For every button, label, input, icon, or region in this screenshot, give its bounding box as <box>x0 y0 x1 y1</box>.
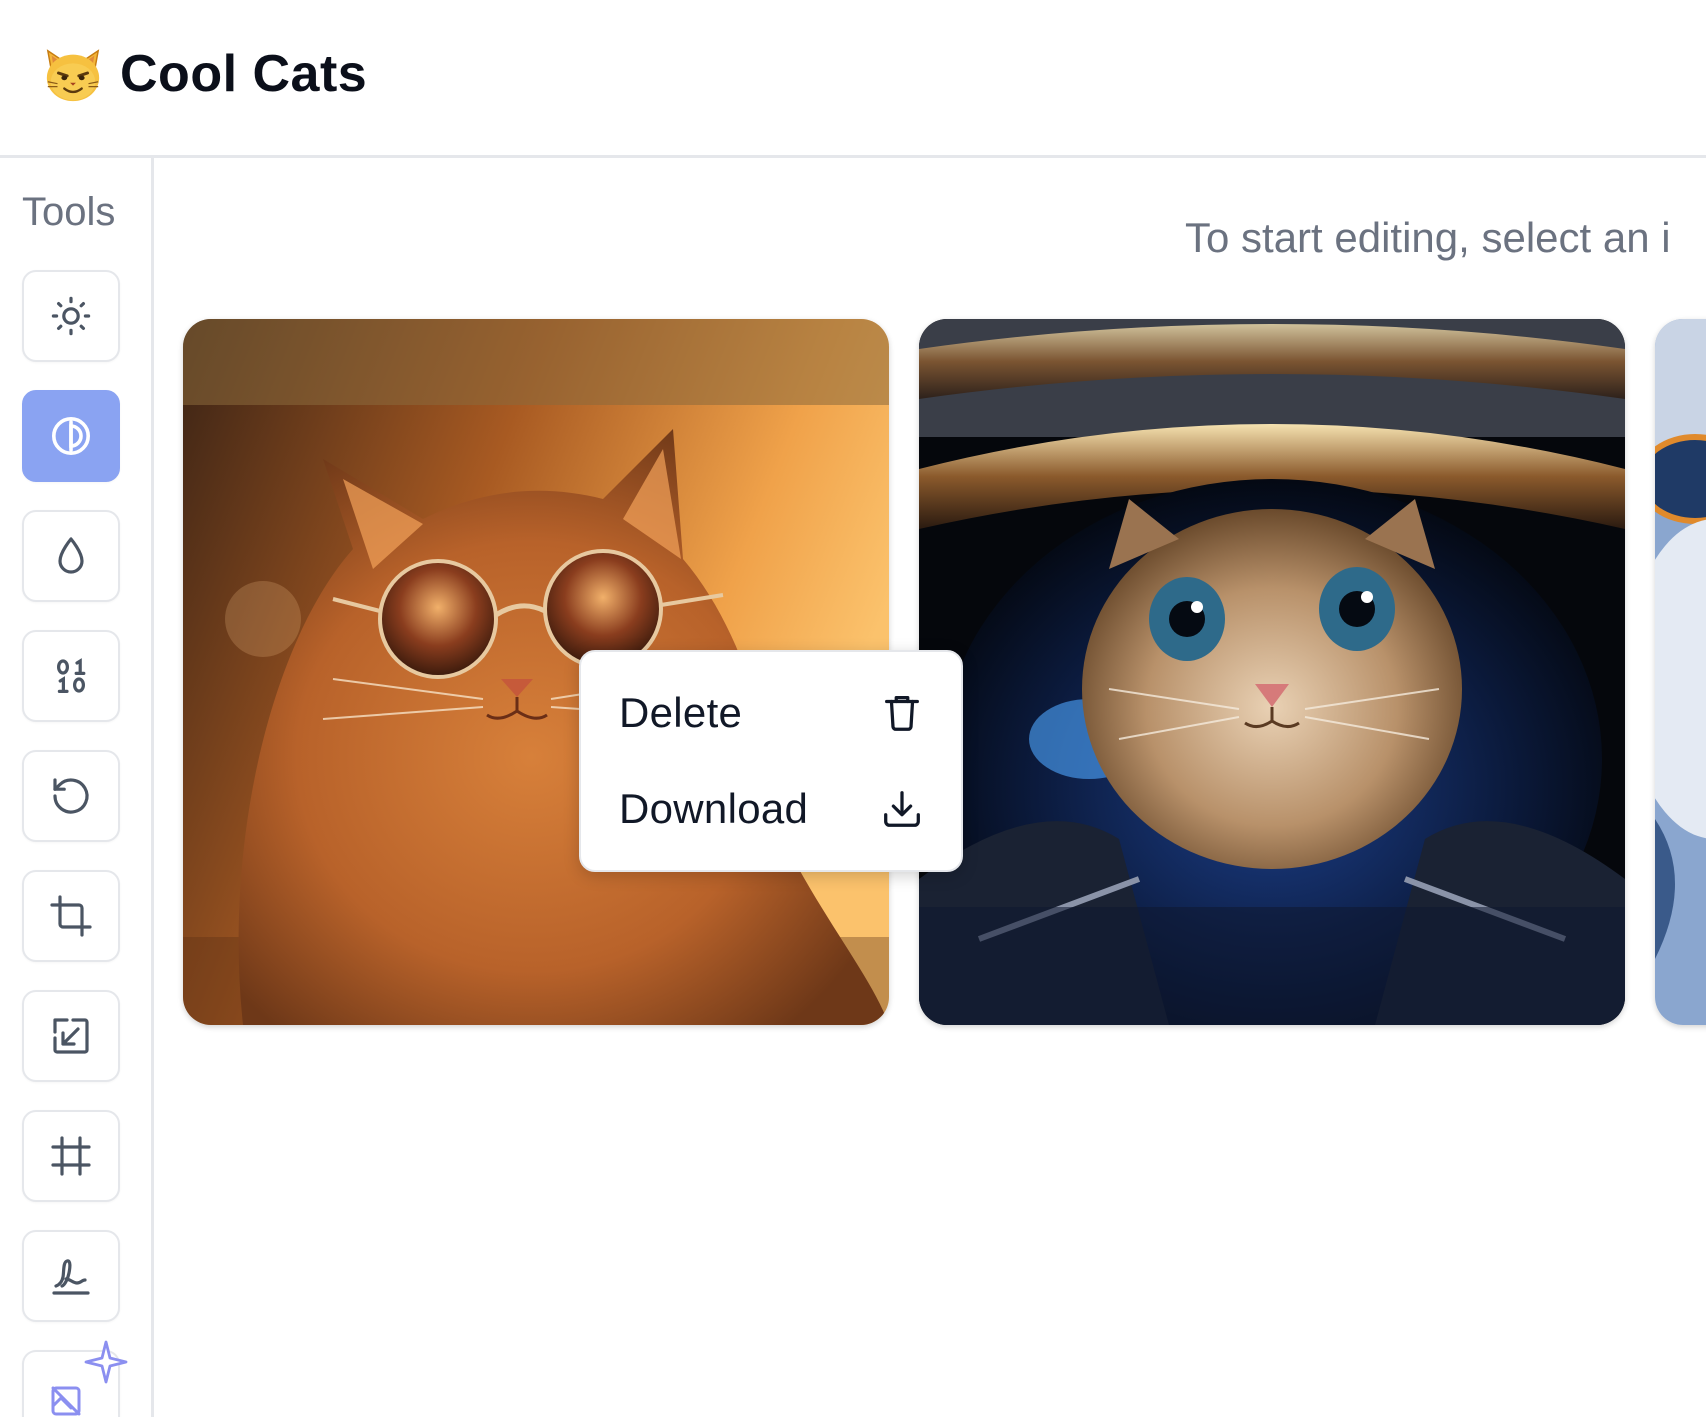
image-card[interactable] <box>919 319 1625 1025</box>
image-card[interactable] <box>1655 319 1706 1025</box>
tool-resize-button[interactable] <box>22 990 120 1082</box>
tool-binary-button[interactable] <box>22 630 120 722</box>
download-icon <box>884 791 920 827</box>
droplet-icon <box>58 537 84 574</box>
crop-icon <box>50 895 92 937</box>
tool-signature-button[interactable] <box>22 1230 120 1322</box>
tool-crop-button[interactable] <box>22 870 120 962</box>
binary-icon <box>57 658 86 693</box>
tool-saturation-button[interactable] <box>22 510 120 602</box>
cat-white-image <box>1655 319 1706 1025</box>
resize-icon <box>53 1018 89 1054</box>
contrast-icon <box>51 416 91 456</box>
tool-frame-button[interactable] <box>22 1110 120 1202</box>
menu-item-delete[interactable]: Delete <box>579 667 963 759</box>
tool-brightness-button[interactable] <box>22 270 120 362</box>
menu-item-download[interactable]: Download <box>579 763 963 855</box>
sidebar-title: Tools <box>22 190 116 234</box>
frame-icon <box>51 1136 91 1176</box>
menu-item-label: Download <box>619 785 809 832</box>
sun-icon <box>51 296 91 336</box>
trash-icon <box>885 696 919 731</box>
app-root: Cool Cats Tools To start editing, select… <box>0 0 1706 1417</box>
app-title: Cool Cats <box>120 44 368 103</box>
header: Cool Cats <box>0 0 1706 158</box>
menu-item-label: Delete <box>619 689 743 736</box>
cat-astronaut-image <box>919 319 1625 1025</box>
rotate-ccw-icon <box>53 778 89 814</box>
cat-emoji-icon <box>42 43 104 105</box>
tool-rotate-button[interactable] <box>22 750 120 842</box>
signature-icon <box>52 1259 90 1295</box>
editing-hint: To start editing, select an i <box>1185 214 1671 261</box>
sparkle-icon <box>84 1340 128 1384</box>
tool-contrast-button[interactable] <box>22 390 120 482</box>
tools-sidebar: Tools <box>0 158 154 1417</box>
